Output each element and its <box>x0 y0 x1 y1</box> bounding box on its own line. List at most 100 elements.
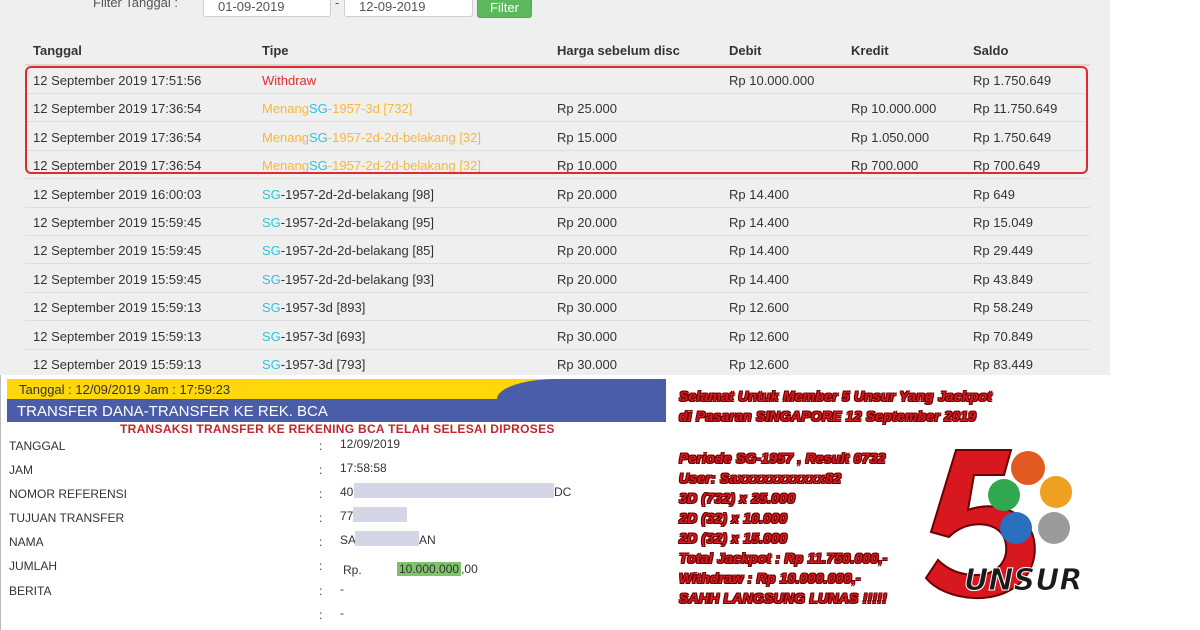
table-row: 12 September 2019 15:59:13 SG-1957-3d [89… <box>25 293 1090 322</box>
cell-debit: Rp 12.600 <box>729 357 789 372</box>
cell-debit: Rp 10.000.000 <box>729 73 815 88</box>
logo-text: UNSUR <box>964 563 1083 598</box>
cell-tipe: SG-1957-2d-2d-belakang [98] <box>262 187 434 202</box>
tipe-bet: -1957-2d-2d-belakang [98] <box>280 186 435 202</box>
cell-saldo: Rp 1.750.649 <box>973 73 1052 88</box>
tipe-market: SG <box>262 328 281 344</box>
tipe-bet: -1957-3d [793] <box>280 357 366 372</box>
date-to-input[interactable]: 12-09-2019 <box>344 0 473 17</box>
field-colon: : <box>319 559 323 573</box>
cell-debit: Rp 14.400 <box>729 215 789 230</box>
column-header-debit: Debit <box>729 43 762 58</box>
cell-tipe: SG-1957-2d-2d-belakang [85] <box>262 243 434 258</box>
cell-tipe: Withdraw <box>262 73 316 88</box>
cell-saldo: Rp 29.449 <box>973 243 1033 259</box>
date-from-input[interactable]: 01-09-2019 <box>203 0 331 17</box>
logo-earth-ball <box>1040 476 1072 508</box>
promo-line-1: Selamat Untuk Member 5 Unsur Yang Jackpo… <box>679 388 993 404</box>
cell-harga: Rp 20.000 <box>557 215 617 230</box>
cell-saldo: Rp 1.750.649 <box>973 129 1052 145</box>
field-label-jumlah: JUMLAH <box>9 559 58 573</box>
filter-button[interactable]: Filter <box>477 0 532 18</box>
cell-tipe: SG-1957-3d [793] <box>262 357 365 372</box>
cell-tipe: SG-1957-3d [893] <box>262 300 365 315</box>
cell-tanggal: 12 September 2019 17:36:54 <box>33 158 202 174</box>
cell-saldo: Rp 70.849 <box>973 328 1033 344</box>
promo-line-10: SAHH LANGSUNG LUNAS !!!!! <box>679 590 887 606</box>
field-label-nama: NAMA <box>9 535 44 549</box>
table-row: 12 September 2019 15:59:45 SG-1957-2d-2d-… <box>25 208 1090 236</box>
field-colon: : <box>319 439 323 453</box>
field-value-cents: ,00 <box>461 562 478 576</box>
cell-kredit: Rp 1.050.000 <box>851 129 930 145</box>
field-value-currency: Rp. <box>343 563 362 577</box>
field-value-jam: 17:58:58 <box>340 461 387 475</box>
promo-line-6: 2D (32) x 10.000 <box>679 510 788 526</box>
cell-tanggal: 12 September 2019 15:59:13 <box>33 328 202 344</box>
column-header-saldo: Saldo <box>973 43 1009 58</box>
tipe-bet: -1957-3d [893] <box>280 300 366 316</box>
cell-kredit: Rp 10.000.000 <box>851 101 937 117</box>
tipe-market: SG <box>262 215 281 230</box>
cell-harga: Rp 30.000 <box>557 300 617 316</box>
cell-saldo: Rp 11.750.649 <box>973 101 1058 117</box>
redaction-block <box>354 483 554 498</box>
promo-line-9: Withdraw : Rp 10.000.000,- <box>679 570 861 586</box>
cell-tipe: SG-1957-3d [693] <box>262 329 365 344</box>
cell-harga: Rp 30.000 <box>557 328 617 344</box>
tipe-market: SG <box>262 243 281 259</box>
cell-tipe: MenangSG-1957-3d [732] <box>262 101 412 116</box>
tipe-market: SG <box>262 186 281 202</box>
table-row: 12 September 2019 15:59:13 SG-1957-3d [69… <box>25 322 1090 350</box>
bank-transfer-receipt: Tanggal : 12/09/2019 Jam : 17:59:23 TRAN… <box>0 375 666 630</box>
cell-harga: Rp 15.000 <box>557 129 617 145</box>
tipe-bet: -1957-3d [693] <box>280 328 366 344</box>
cell-tipe: SG-1957-2d-2d-belakang [93] <box>262 272 434 287</box>
cell-tanggal: 12 September 2019 16:00:03 <box>33 186 202 202</box>
cell-saldo: Rp 43.849 <box>973 271 1033 287</box>
receipt-title-bar: TRANSFER DANA-TRANSFER KE REK. BCA <box>7 399 666 422</box>
cell-harga: Rp 20.000 <box>557 186 617 202</box>
table-row: 12 September 2019 15:59:13 SG-1957-3d [79… <box>25 350 1090 378</box>
field-value-berita-2: - <box>340 606 344 620</box>
receipt-header-bar: Tanggal : 12/09/2019 Jam : 17:59:23 <box>7 379 666 419</box>
tipe-market: SG <box>262 271 281 287</box>
column-header-tipe: Tipe <box>262 43 289 58</box>
cell-tipe: SG-1957-2d-2d-belakang [95] <box>262 215 434 230</box>
tipe-bet: -1957-3d [732] <box>327 101 413 117</box>
tipe-bet: -1957-2d-2d-belakang [93] <box>280 271 435 287</box>
tipe-bet: -1957-2d-2d-belakang [95] <box>280 215 435 230</box>
cell-harga: Rp 20.000 <box>557 271 617 287</box>
cell-tanggal: 12 September 2019 15:59:13 <box>33 357 202 372</box>
field-value-nama-start: SA <box>340 533 357 547</box>
field-label-berita: BERITA <box>9 584 52 598</box>
field-value-tanggal: 12/09/2019 <box>340 437 401 451</box>
redaction-block <box>355 531 419 546</box>
cell-debit: Rp 12.600 <box>729 300 789 316</box>
promo-line-8: Total Jackpot : Rp 11.750.000,- <box>679 550 888 566</box>
cell-debit: Rp 14.400 <box>729 243 789 259</box>
cell-debit: Rp 14.400 <box>729 186 789 202</box>
cell-saldo: Rp 58.249 <box>973 300 1033 316</box>
field-colon: : <box>319 584 323 598</box>
cell-tanggal: 12 September 2019 15:59:45 <box>33 215 202 230</box>
promo-line-4: User: Saxxxxxxxxxxx82 <box>679 470 842 486</box>
column-header-harga: Harga sebelum disc <box>557 43 680 58</box>
transaction-panel: Filter Tanggal : 01-09-2019 - 12-09-2019… <box>0 0 1110 378</box>
cell-debit: Rp 14.400 <box>729 271 789 287</box>
logo-water-ball <box>1000 512 1032 544</box>
tipe-prefix: Menang <box>262 129 309 145</box>
field-colon: : <box>319 463 323 477</box>
receipt-status-message: TRANSAKSI TRANSFER KE REKENING BCA TELAH… <box>120 422 555 436</box>
cell-debit: Rp 12.600 <box>729 328 789 344</box>
cell-kredit: Rp 700.000 <box>851 158 919 174</box>
jackpot-promo-panel: Selamat Untuk Member 5 Unsur Yang Jackpo… <box>666 375 1200 630</box>
promo-line-7: 2D (32) x 15.000 <box>679 530 788 546</box>
cell-harga: Rp 10.000 <box>557 158 617 174</box>
field-label-tujuan-transfer: TUJUAN TRANSFER <box>9 511 125 525</box>
promo-line-3: Periode SG-1957 , Result 0732 <box>679 450 886 466</box>
tipe-market: SG <box>308 158 328 174</box>
field-colon: : <box>319 487 323 501</box>
tipe-prefix: Menang <box>262 101 309 117</box>
tipe-market: SG <box>308 129 328 145</box>
